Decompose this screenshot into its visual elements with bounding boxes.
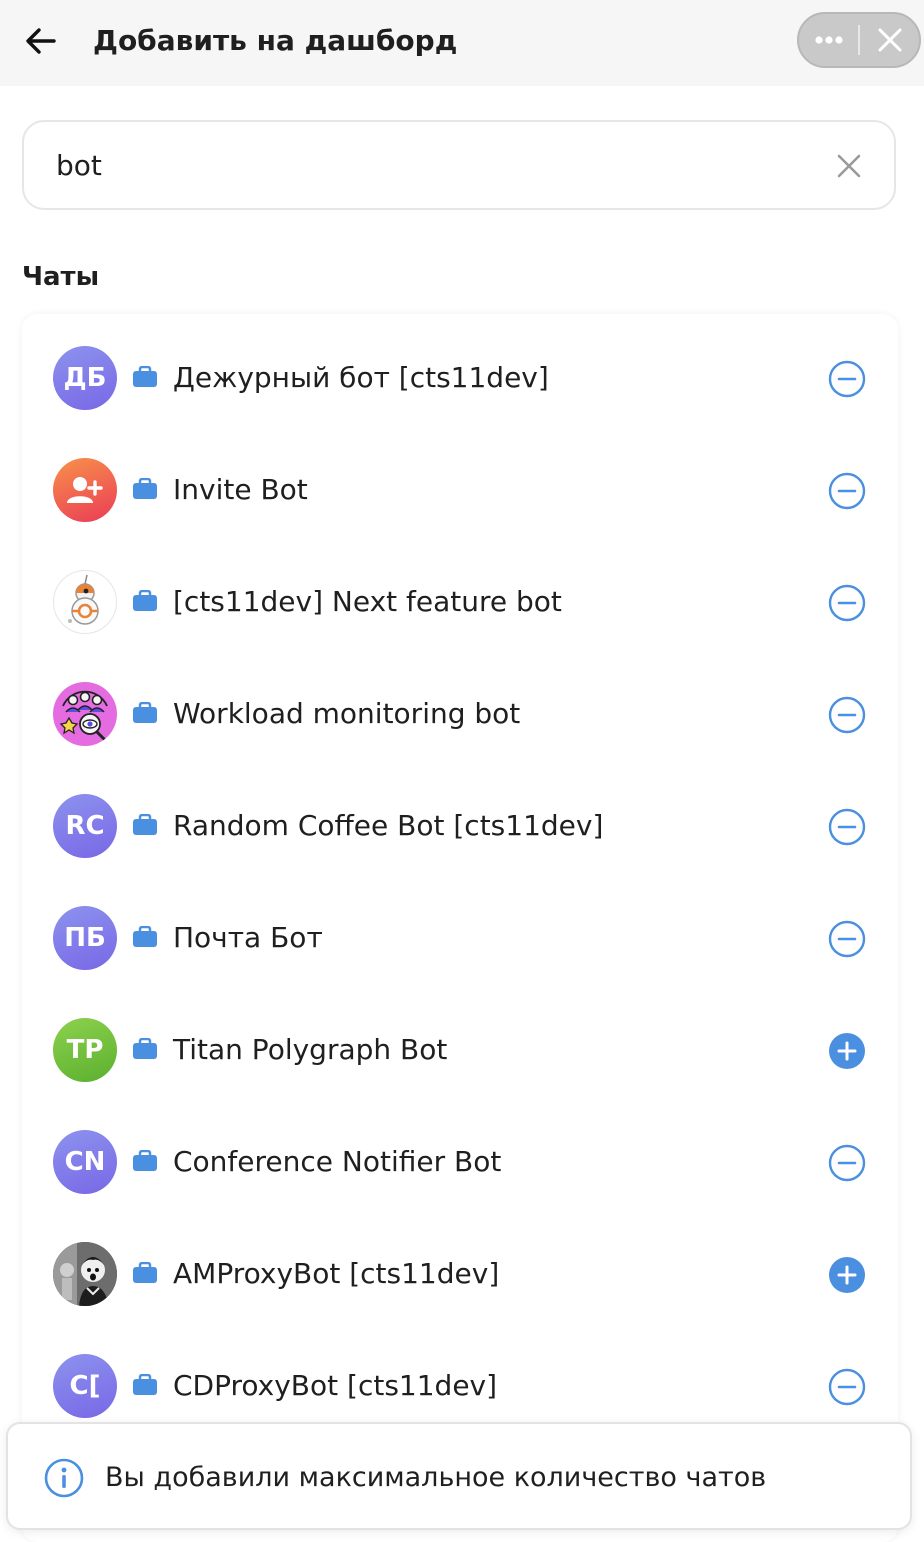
chat-name: Random Coffee Bot [cts11dev] bbox=[173, 809, 604, 842]
arrow-left-icon bbox=[26, 28, 56, 54]
remove-icon[interactable] bbox=[828, 1144, 866, 1182]
search-input[interactable] bbox=[56, 122, 816, 208]
avatar-initials: RC bbox=[65, 811, 105, 841]
briefcase-icon bbox=[133, 1262, 157, 1283]
remove-icon[interactable] bbox=[828, 696, 866, 734]
briefcase-icon bbox=[133, 926, 157, 947]
briefcase-icon bbox=[133, 1038, 157, 1059]
remove-icon[interactable] bbox=[828, 360, 866, 398]
window-controls bbox=[797, 12, 921, 68]
chat-row[interactable]: C[ CDProxyBot [cts11dev] bbox=[22, 1322, 898, 1434]
chat-row[interactable]: AMProxyBot [cts11dev] bbox=[22, 1210, 898, 1322]
avatar: CN bbox=[53, 1130, 117, 1194]
chat-name: CDProxyBot [cts11dev] bbox=[173, 1369, 498, 1402]
avatar: RC bbox=[53, 794, 117, 858]
briefcase-icon bbox=[133, 814, 157, 835]
remove-icon[interactable] bbox=[828, 1368, 866, 1406]
briefcase-icon bbox=[133, 590, 157, 611]
avatar-initials: TP bbox=[66, 1035, 104, 1065]
chat-row[interactable]: Workload monitoring bot bbox=[22, 650, 898, 762]
remove-icon[interactable] bbox=[828, 472, 866, 510]
avatar-initials: ПБ bbox=[64, 923, 106, 953]
more-button[interactable] bbox=[799, 14, 858, 66]
chat-row[interactable]: [cts11dev] Next feature bot bbox=[22, 538, 898, 650]
remove-icon[interactable] bbox=[828, 920, 866, 958]
invite-user-icon bbox=[67, 477, 103, 503]
chat-name: Workload monitoring bot bbox=[173, 697, 521, 730]
chat-name: Почта Бот bbox=[173, 921, 323, 954]
avatar-initials: CN bbox=[64, 1147, 106, 1177]
content-area: Чаты ДБ Дежурный бот [cts11dev] bbox=[0, 86, 924, 1542]
chat-row[interactable]: CN Conference Notifier Bot bbox=[22, 1098, 898, 1210]
briefcase-icon bbox=[133, 1374, 157, 1395]
droid-image bbox=[68, 574, 99, 625]
avatar: ДБ bbox=[53, 346, 117, 410]
page-title: Добавить на дашборд bbox=[93, 24, 458, 57]
avatar bbox=[53, 570, 117, 634]
info-icon bbox=[44, 1458, 84, 1498]
remove-icon[interactable] bbox=[828, 808, 866, 846]
chat-list: ДБ Дежурный бот [cts11dev] Invite Bot [c… bbox=[22, 314, 898, 1542]
max-chats-toast: Вы добавили максимальное количество чато… bbox=[6, 1422, 912, 1530]
briefcase-icon bbox=[133, 702, 157, 723]
close-icon bbox=[878, 28, 901, 52]
avatar bbox=[53, 682, 117, 746]
close-button[interactable] bbox=[860, 14, 919, 66]
ellipsis-icon bbox=[814, 36, 843, 44]
chat-name: Conference Notifier Bot bbox=[173, 1145, 502, 1178]
avatar bbox=[53, 1242, 117, 1306]
briefcase-icon bbox=[133, 1150, 157, 1171]
chat-name: [cts11dev] Next feature bot bbox=[173, 585, 562, 618]
chat-row[interactable]: ПБ Почта Бот bbox=[22, 874, 898, 986]
header-bar: Добавить на дашборд bbox=[0, 0, 924, 86]
section-title: Чаты bbox=[22, 262, 100, 292]
remove-icon[interactable] bbox=[828, 584, 866, 622]
avatar-initials: C[ bbox=[69, 1371, 101, 1401]
avatar: C[ bbox=[53, 1354, 117, 1418]
avatar bbox=[53, 458, 117, 522]
chat-name: Дежурный бот [cts11dev] bbox=[173, 361, 549, 394]
avatar-initials: ДБ bbox=[63, 363, 107, 393]
chat-name: Titan Polygraph Bot bbox=[173, 1033, 448, 1066]
chat-row[interactable]: ДБ Дежурный бот [cts11dev] bbox=[22, 314, 898, 426]
toast-message: Вы добавили максимальное количество чато… bbox=[105, 1462, 767, 1493]
chat-row[interactable]: TP Titan Polygraph Bot bbox=[22, 986, 898, 1098]
add-icon[interactable] bbox=[828, 1256, 866, 1294]
photo-image bbox=[53, 1242, 117, 1306]
chat-row[interactable]: RC Random Coffee Bot [cts11dev] bbox=[22, 762, 898, 874]
back-button[interactable] bbox=[22, 22, 60, 60]
team-monitor-image bbox=[55, 684, 115, 744]
chat-row[interactable]: Invite Bot bbox=[22, 426, 898, 538]
avatar: ПБ bbox=[53, 906, 117, 970]
add-icon[interactable] bbox=[828, 1032, 866, 1070]
avatar: TP bbox=[53, 1018, 117, 1082]
chat-name: AMProxyBot [cts11dev] bbox=[173, 1257, 500, 1290]
briefcase-icon bbox=[133, 478, 157, 499]
chat-name: Invite Bot bbox=[173, 473, 308, 506]
clear-icon[interactable] bbox=[834, 151, 864, 181]
briefcase-icon bbox=[133, 366, 157, 387]
search-box bbox=[22, 120, 896, 210]
